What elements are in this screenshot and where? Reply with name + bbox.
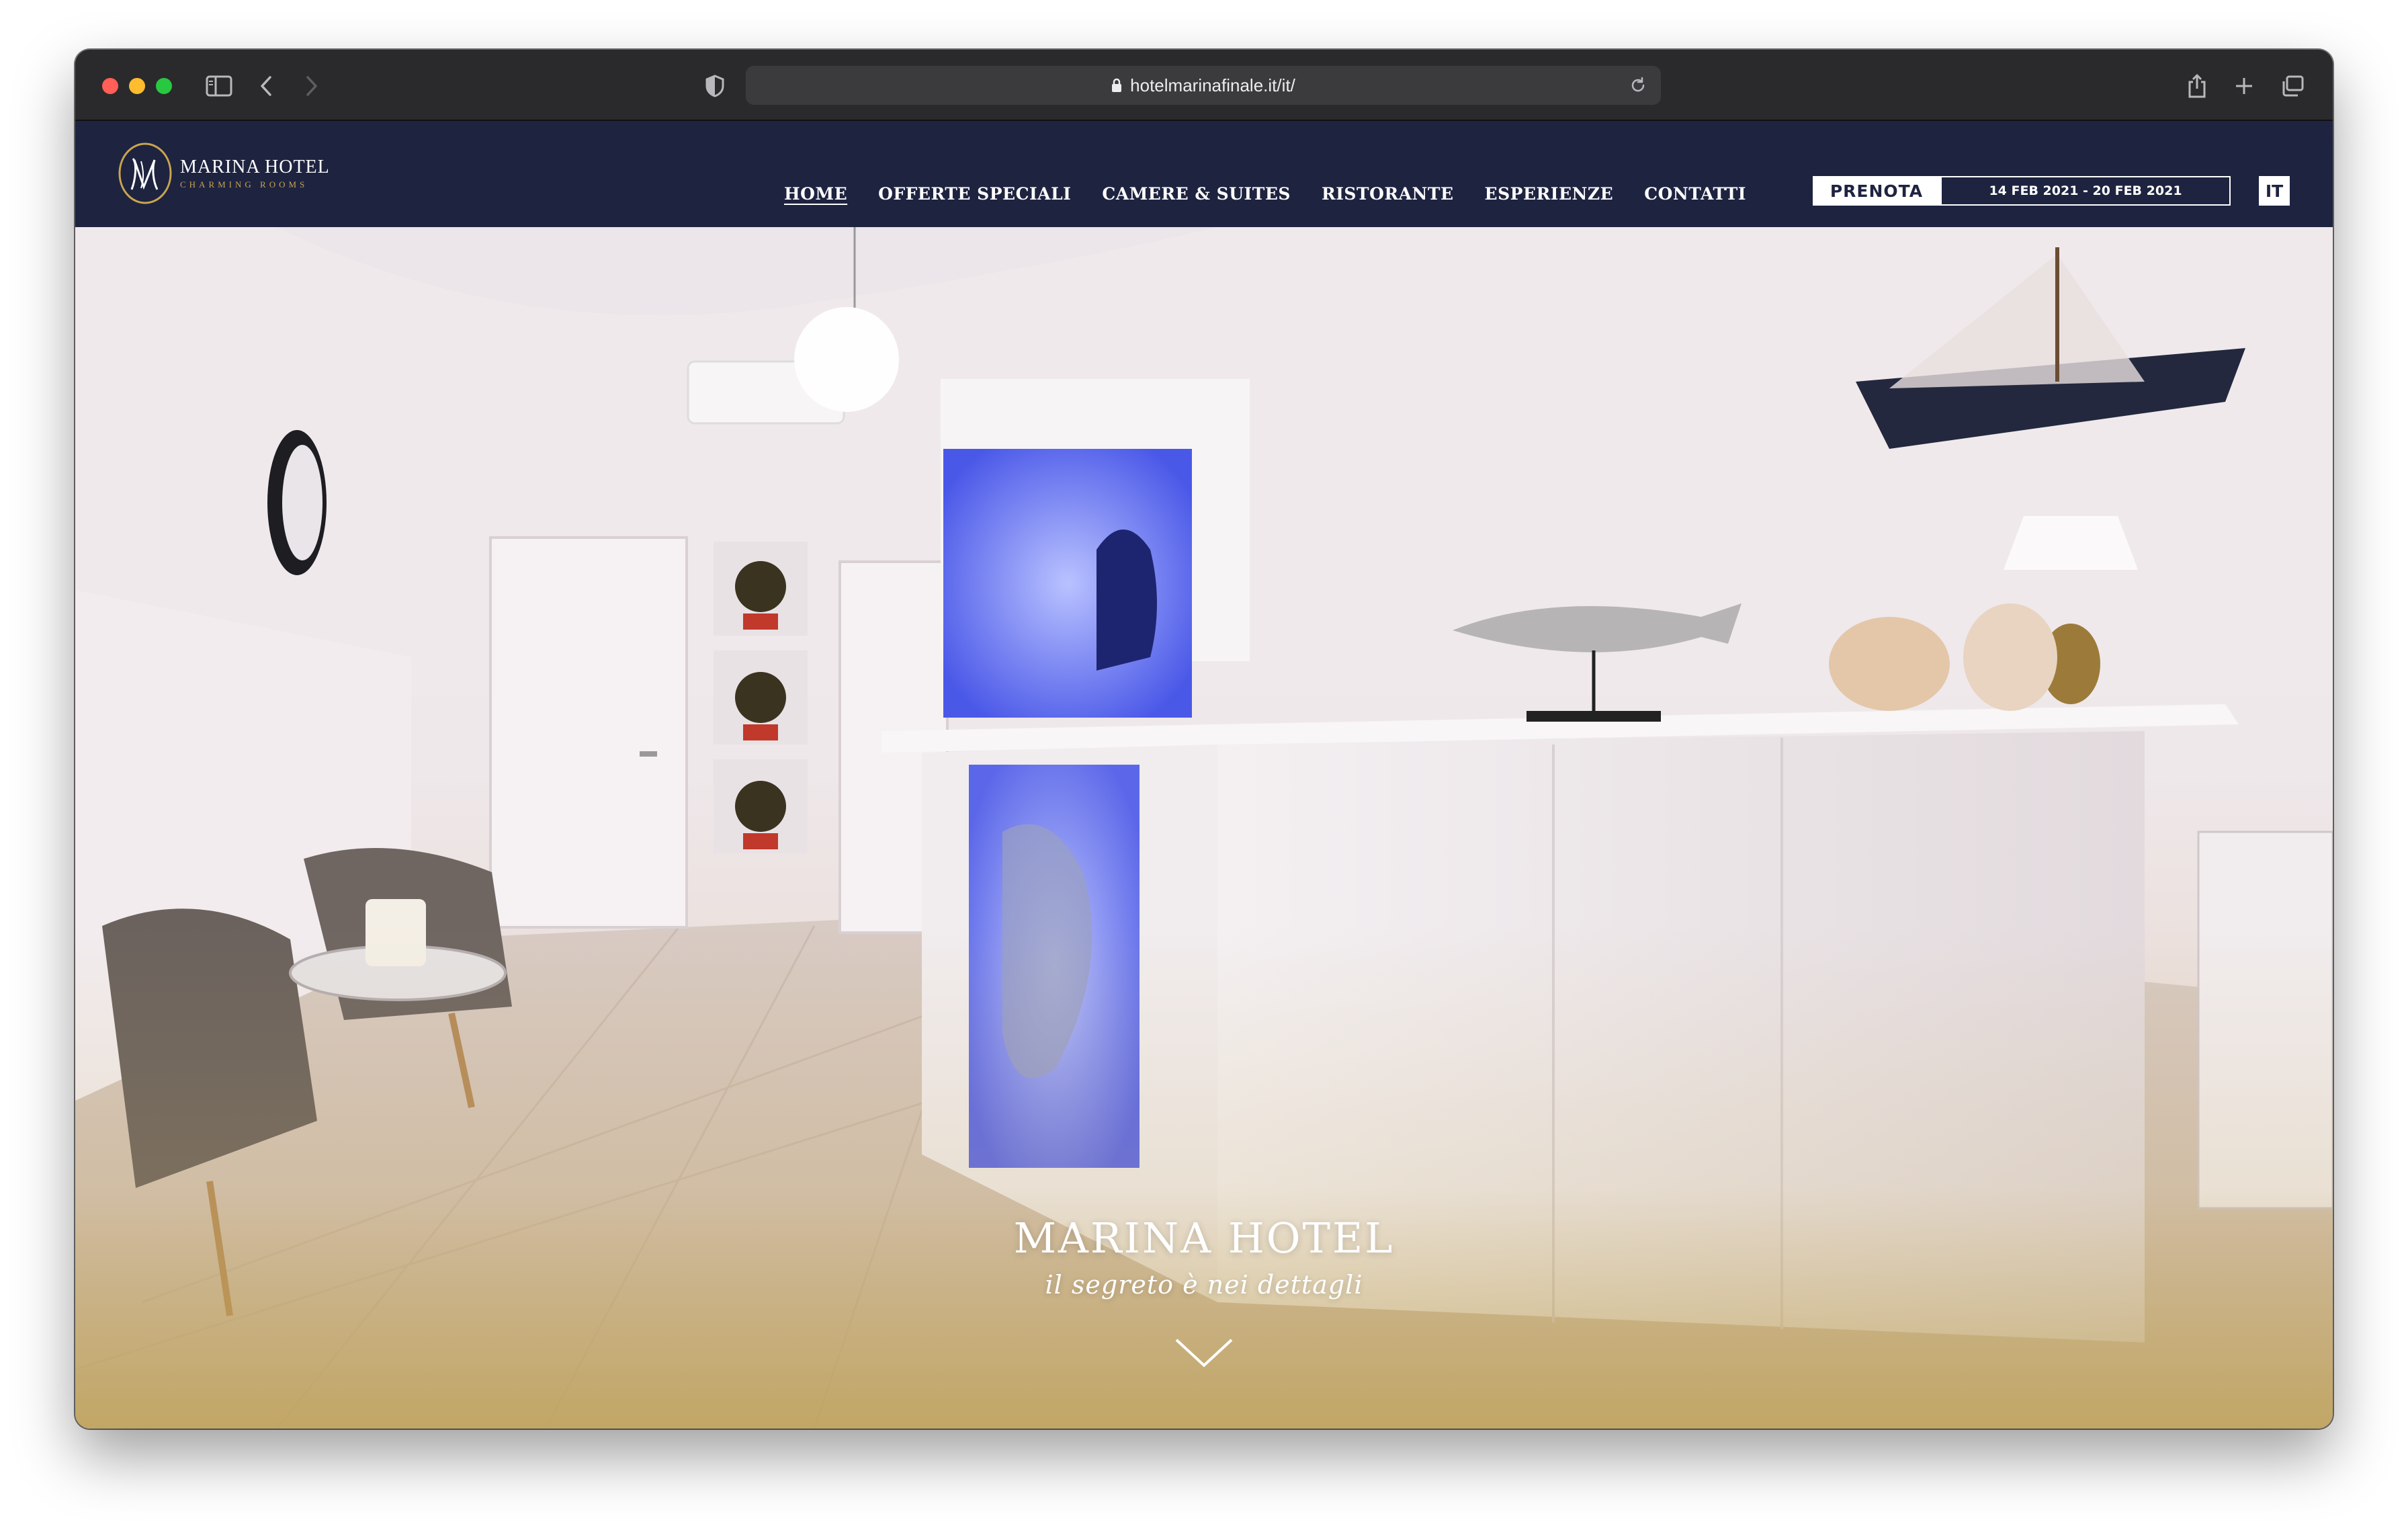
site-header: MARINA HOTEL CHARMING ROOMS HOME OFFERTE…	[75, 121, 2333, 227]
logo-subtitle: CHARMING ROOMS	[180, 179, 308, 189]
sidebar-icon[interactable]	[203, 70, 235, 102]
nav-ristorante[interactable]: RISTORANTE	[1322, 184, 1454, 204]
logo-name: MARINA HOTEL	[180, 157, 330, 177]
hero-section: MARINA HOTEL il segreto è nei dettagli	[75, 227, 2333, 1429]
logo-emblem-icon	[118, 142, 172, 204]
nav-contatti[interactable]: CONTATTI	[1644, 184, 1746, 204]
reload-icon[interactable]	[1625, 72, 1651, 99]
hotel-logo[interactable]: MARINA HOTEL CHARMING ROOMS	[117, 141, 330, 206]
back-icon[interactable]	[250, 70, 282, 102]
plus-icon[interactable]	[2228, 70, 2260, 102]
browser-toolbar: hotelmarinafinale.it/it/	[75, 50, 2333, 121]
hero-tagline: il segreto è nei dettagli	[1045, 1270, 1363, 1300]
url-text: hotelmarinafinale.it/it/	[1130, 75, 1295, 95]
nav-esperienze[interactable]: ESPERIENZE	[1485, 184, 1614, 204]
address-bar[interactable]: hotelmarinafinale.it/it/	[746, 66, 1661, 105]
forward-icon[interactable]	[296, 70, 328, 102]
booking-widget: PRENOTA 14 FEB 2021 - 20 FEB 2021	[1813, 176, 2231, 206]
booking-dates-field[interactable]: 14 FEB 2021 - 20 FEB 2021	[1940, 176, 2231, 206]
tabs-icon[interactable]	[2276, 70, 2309, 102]
book-button[interactable]: PRENOTA	[1813, 176, 1940, 206]
website: MARINA HOTEL CHARMING ROOMS HOME OFFERTE…	[75, 121, 2333, 1429]
main-nav: HOME OFFERTE SPECIALI CAMERE & SUITES RI…	[784, 184, 1746, 204]
hero-title: MARINA HOTEL	[1013, 1214, 1395, 1263]
nav-offerte-speciali[interactable]: OFFERTE SPECIALI	[878, 184, 1071, 204]
chevron-down-icon[interactable]	[1174, 1336, 1234, 1369]
lock-icon	[1111, 78, 1122, 93]
close-window-button[interactable]	[102, 78, 118, 94]
nav-home[interactable]: HOME	[784, 184, 847, 204]
fullscreen-window-button[interactable]	[156, 78, 172, 94]
nav-camere-suites[interactable]: CAMERE & SUITES	[1102, 184, 1291, 204]
share-icon[interactable]	[2181, 70, 2213, 102]
language-selector[interactable]: IT	[2259, 176, 2290, 206]
minimize-window-button[interactable]	[129, 78, 145, 94]
shield-icon[interactable]	[699, 70, 731, 102]
browser-window: hotelmarinafinale.it/it/ MARINA HOTEL CH…	[75, 50, 2333, 1429]
